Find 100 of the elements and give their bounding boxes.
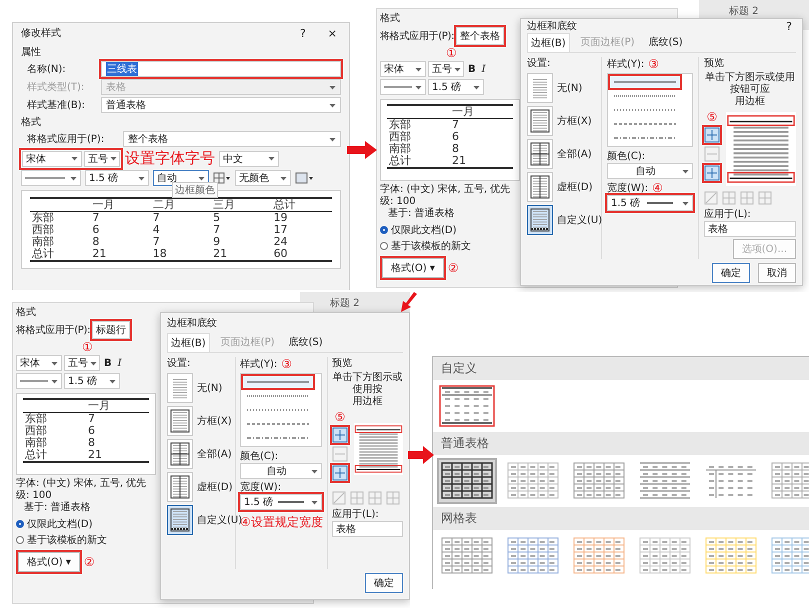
setting-label: 无(N) <box>197 382 222 395</box>
setting-label: 全部(A) <box>197 448 232 461</box>
table-cell: 21 <box>211 248 272 261</box>
column-header: 三月 <box>211 198 272 212</box>
width-label: 宽度(W): <box>240 481 282 494</box>
step-number: ③ <box>281 357 292 371</box>
step-number: ③ <box>648 57 660 71</box>
dialog-title: 边框和底纹 <box>527 20 578 33</box>
settings-label: 设置: <box>167 357 192 370</box>
table-cell: 21 <box>90 248 151 261</box>
table-cell: 总计 <box>387 155 450 168</box>
section-heading: 格式 <box>21 116 42 129</box>
column-header: 一月 <box>450 105 513 118</box>
section-heading: 格式 <box>16 306 37 319</box>
table-cell-text: 西部 <box>24 425 48 437</box>
gallery-section-heading: 普通表格 <box>433 432 809 455</box>
table-cell-text: 7 <box>212 224 222 236</box>
color-label: 颜色(C): <box>607 150 646 163</box>
setting-label: 全部(A) <box>557 148 592 161</box>
step-number: ① <box>445 47 458 59</box>
setting-label: 自定义(U) <box>197 514 242 526</box>
table-cell: 5 <box>211 212 272 224</box>
table-cell-text: 8 <box>451 143 460 155</box>
preview-hint: 单击下方图示或使用按钮可应 <box>704 72 796 96</box>
annotation-text: ④设置规定宽度 <box>240 514 322 531</box>
column-header: 总计 <box>272 198 332 212</box>
step-number: ② <box>448 261 459 275</box>
table-cell-text: 24 <box>272 236 289 248</box>
table-cell: 21 <box>86 449 149 462</box>
style-description: 基于: 普通表格 <box>23 502 92 514</box>
setting-label: 方框(X) <box>557 114 592 128</box>
table-cell-text: 西部 <box>388 131 412 143</box>
table-cell: 东部 <box>23 412 86 425</box>
column-header: 一月 <box>86 399 149 412</box>
step-number: ① <box>81 341 94 353</box>
table-cell-text: 南部 <box>24 437 48 449</box>
settings-label: 设置: <box>527 57 552 70</box>
apply-to-label: 应用于(L): <box>332 508 380 521</box>
table-cell: 60 <box>272 248 332 261</box>
dialog-title: 边框和底纹 <box>167 316 218 330</box>
setting-label: 虚框(D) <box>197 480 233 494</box>
heading-style-text: 标题 2 <box>330 298 360 309</box>
table-cell-text: 6 <box>87 425 96 437</box>
table-cell-text: 南部 <box>31 236 55 248</box>
table-cell-text: 17 <box>272 224 289 236</box>
table-cell: 7 <box>150 212 212 224</box>
style-label: 样式(Y): <box>607 58 644 70</box>
table-cell-text: 9 <box>212 236 222 248</box>
step-number: ④ <box>652 181 663 195</box>
table-cell-text: 4 <box>152 224 161 236</box>
field-label: 名称(N): <box>26 63 67 76</box>
dialog-title: 修改样式 <box>21 26 62 40</box>
setting-label: 方框(X) <box>197 414 232 428</box>
table-cell: 7 <box>86 412 149 425</box>
style-description: 字体: (中文) 宋体, 五号, 优先级: 100 <box>16 478 148 502</box>
preview-hint: 用边框 <box>734 96 766 108</box>
style-description: 基于: 普通表格 <box>387 208 456 220</box>
setting-label: 虚框(D) <box>557 180 593 194</box>
field-label: 将格式应用于(P): <box>26 132 106 146</box>
preview-hint: 用边框 <box>352 396 384 408</box>
table-cell-text: 6 <box>91 224 100 236</box>
style-label: 样式(Y): <box>240 358 278 370</box>
section-heading: 格式 <box>380 12 401 25</box>
table-cell: 21 <box>450 155 513 168</box>
preview-label: 预览 <box>704 57 725 70</box>
table-cell: 18 <box>150 248 212 261</box>
heading-style-text: 标题 2 <box>729 6 759 17</box>
table-cell-text: 西部 <box>31 224 55 236</box>
preview-hint: 单击下方图示或使用按 <box>332 372 403 396</box>
width-label: 宽度(W): <box>607 182 648 194</box>
section-heading: 属性 <box>21 46 42 59</box>
tooltip: 边框颜色 <box>172 182 218 198</box>
annotation-text: 设置字体字号 <box>125 149 215 168</box>
step-number: ② <box>84 555 95 569</box>
setting-label: 自定义(U) <box>557 214 602 227</box>
table-cell-text: 8 <box>91 236 100 248</box>
apply-to-label: 应用于(L): <box>704 208 752 221</box>
table-cell: 7 <box>90 212 151 224</box>
step-number: ⑤ <box>334 410 346 424</box>
table-cell: 总计 <box>30 248 90 261</box>
field-label: 将格式应用于(P): <box>380 30 454 43</box>
table-cell: 东部 <box>387 118 450 131</box>
table-cell-text: 6 <box>451 131 460 143</box>
preview-label: 预览 <box>332 357 353 370</box>
field-label: 样式类型(T): <box>26 80 86 94</box>
table-cell: 东部 <box>30 212 90 224</box>
column-header: 二月 <box>150 198 212 212</box>
table-cell-text: 8 <box>87 437 96 449</box>
step-number: ⑤ <box>706 110 718 124</box>
field-label: 样式基准(B): <box>26 98 86 112</box>
table-cell-text: 南部 <box>388 143 412 155</box>
field-label: 将格式应用于(P): <box>16 324 90 337</box>
setting-label: 无(N) <box>557 82 582 95</box>
table-cell: 19 <box>272 212 332 224</box>
style-description: 字体: (中文) 宋体, 五号, 优先级: 100 <box>380 184 512 208</box>
table-cell: 7 <box>450 118 513 131</box>
table-cell: 总计 <box>23 449 86 462</box>
gallery-section-heading: 自定义 <box>433 357 809 380</box>
color-label: 颜色(C): <box>240 450 280 463</box>
column-header: 一月 <box>90 198 151 212</box>
